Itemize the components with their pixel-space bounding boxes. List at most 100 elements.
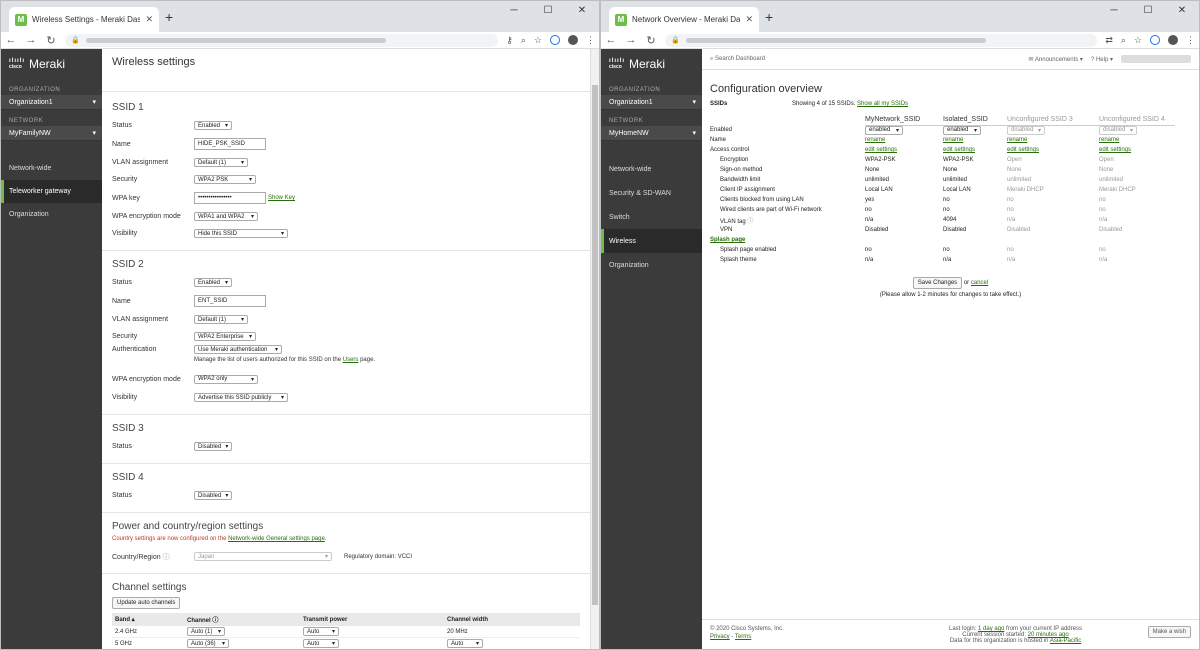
privacy-link[interactable]: Privacy — [710, 634, 730, 640]
reload-icon[interactable]: ↻ — [645, 34, 657, 47]
users-link[interactable]: Users — [343, 357, 359, 363]
forward-icon[interactable]: → — [25, 34, 37, 46]
ssid2-encryption-select[interactable]: WPA2 only ▾ — [194, 374, 258, 384]
close-window-icon[interactable]: ✕ — [1165, 5, 1199, 16]
maximize-icon[interactable]: ☐ — [531, 5, 565, 16]
ssid2-name-input[interactable]: ENT_SSID — [194, 295, 266, 307]
browser-tab[interactable]: M Network Overview - Meraki Dash ✕ — [609, 7, 759, 32]
power-select[interactable]: Auto ▾ — [303, 627, 339, 636]
cisco-meraki-logo[interactable]: ılıılı cisco Meraki — [1, 49, 102, 79]
ssid2-status-select[interactable]: Enabled ▾ — [194, 278, 232, 287]
close-tab-icon[interactable]: ✕ — [145, 14, 153, 25]
profile-avatar[interactable] — [1168, 35, 1178, 45]
zoom-icon[interactable]: ⌕ — [1121, 35, 1126, 46]
nav-switch[interactable]: Switch — [601, 205, 702, 229]
make-a-wish-button[interactable]: Make a wish — [1147, 626, 1191, 638]
edit-settings-link[interactable]: edit settings — [1099, 147, 1131, 153]
network-select[interactable]: MyHomeNW ▾ — [601, 126, 702, 141]
edit-settings-link[interactable]: edit settings — [1007, 147, 1039, 153]
account-menu[interactable] — [1121, 55, 1191, 63]
ssid2-visibility-select[interactable]: Advertise this SSID publicly ▾ — [194, 393, 288, 402]
blurred-url — [685, 37, 986, 43]
profile-avatar[interactable] — [568, 35, 578, 45]
organization-select[interactable]: Organization1 ▾ — [601, 95, 702, 110]
new-tab-icon[interactable]: + — [165, 9, 173, 25]
ssid3-status-select[interactable]: Disabled ▾ — [194, 442, 232, 451]
channel-select[interactable]: Auto (1) ▾ — [187, 627, 225, 636]
menu-icon[interactable]: ⋮ — [1186, 35, 1195, 46]
save-changes-button[interactable]: Save Changes — [912, 277, 963, 289]
ssid1-status-select[interactable]: Enabled ▾ — [194, 121, 232, 130]
minimize-icon[interactable]: ─ — [1097, 5, 1131, 16]
zoom-icon[interactable]: ⌕ — [521, 35, 526, 46]
ssid1-vlan-select[interactable]: Default (1) ▾ — [194, 158, 248, 167]
edit-settings-link[interactable]: edit settings — [943, 147, 975, 153]
enabled-select[interactable]: disabled ▾ — [1007, 125, 1045, 135]
address-bar[interactable]: 🔒 — [65, 33, 499, 47]
cisco-meraki-logo[interactable]: ılıılı cisco Meraki — [601, 49, 702, 79]
cancel-link[interactable]: cancel — [971, 280, 988, 286]
show-key-link[interactable]: Show Key — [268, 195, 295, 201]
back-icon[interactable]: ← — [5, 34, 17, 46]
rename-link[interactable]: rename — [1099, 137, 1119, 143]
announcements-menu[interactable]: ✉ Announcements ▾ — [1029, 56, 1083, 63]
update-auto-channels-button[interactable]: Update auto channels — [112, 597, 181, 609]
scrollbar-thumb[interactable] — [592, 85, 598, 605]
nav-security-sd-wan[interactable]: Security & SD-WAN — [601, 181, 702, 205]
browser-tab[interactable]: M Wireless Settings - Meraki Dashb ✕ — [9, 7, 159, 32]
nav-organization[interactable]: Organization — [1, 203, 102, 226]
power-select[interactable]: Auto ▾ — [303, 639, 339, 648]
enabled-select[interactable]: enabled ▾ — [865, 125, 903, 135]
organization-select[interactable]: Organization1 ▾ — [1, 95, 102, 110]
search-dashboard[interactable]: ⌕ Search Dashboard — [710, 56, 1021, 63]
rename-link[interactable]: rename — [943, 137, 963, 143]
address-bar[interactable]: 🔒 — [665, 33, 1098, 47]
edit-settings-link[interactable]: edit settings — [865, 147, 897, 153]
nav-teleworker-gateway[interactable]: Teleworker gateway — [1, 180, 102, 203]
nav-network-wide[interactable]: Network-wide — [1, 157, 102, 180]
channel-select[interactable]: Auto (36) ▾ — [187, 639, 229, 648]
nav-wireless[interactable]: Wireless — [601, 229, 702, 253]
help-menu[interactable]: ? Help ▾ — [1091, 56, 1113, 63]
close-tab-icon[interactable]: ✕ — [745, 14, 753, 25]
network-select[interactable]: MyFamilyNW ▾ — [1, 126, 102, 141]
ssid1-security-select[interactable]: WPA2 PSK ▾ — [194, 175, 256, 184]
enabled-select[interactable]: disabled ▾ — [1099, 125, 1137, 135]
show-all-ssids-link[interactable]: Show all my SSIDs — [857, 101, 908, 107]
ssid1-encryption-select[interactable]: WPA1 and WPA2 ▾ — [194, 212, 258, 221]
terms-link[interactable]: Terms — [735, 634, 751, 640]
ssid2-security-select[interactable]: WPA2 Enterprise ▾ — [194, 332, 256, 341]
ssid2-auth-select[interactable]: Use Meraki authentication ▾ — [194, 345, 282, 354]
general-settings-link[interactable]: Network-wide General settings page — [228, 536, 325, 542]
extension-icon[interactable] — [550, 35, 560, 45]
ssid1-visibility-select[interactable]: Hide this SSID ▾ — [194, 229, 288, 238]
col-ssid-4: Unconfigured SSID 4 — [1099, 115, 1175, 126]
translate-icon[interactable]: ⇄ — [1105, 35, 1113, 46]
forward-icon[interactable]: → — [625, 34, 637, 46]
splash-page-link[interactable]: Splash page — [710, 237, 745, 243]
scrollbar[interactable] — [590, 49, 599, 649]
ssid2-vlan-select[interactable]: Default (1) ▾ — [194, 315, 248, 324]
close-window-icon[interactable]: ✕ — [565, 5, 599, 16]
menu-icon[interactable]: ⋮ — [586, 35, 595, 46]
key-icon[interactable]: ⚷ — [506, 35, 513, 46]
extension-icon[interactable] — [1150, 35, 1160, 45]
new-tab-icon[interactable]: + — [765, 9, 773, 25]
reload-icon[interactable]: ↻ — [45, 34, 57, 47]
nav-organization[interactable]: Organization — [601, 253, 702, 277]
ssid4-status-select[interactable]: Disabled ▾ — [194, 491, 232, 500]
ssid1-name-input[interactable]: HIDE_PSK_SSID — [194, 138, 266, 150]
enabled-select[interactable]: enabled ▾ — [943, 125, 981, 135]
maximize-icon[interactable]: ☐ — [1131, 5, 1165, 16]
nav-network-wide[interactable]: Network-wide — [601, 157, 702, 181]
rename-link[interactable]: rename — [865, 137, 885, 143]
ssid1-wpa-key-input[interactable]: •••••••••••••••• — [194, 192, 266, 204]
width-select[interactable]: Auto ▾ — [447, 639, 483, 648]
back-icon[interactable]: ← — [605, 34, 617, 46]
hosted-region-link[interactable]: Asia-Pacific — [1050, 638, 1081, 644]
col-band[interactable]: Band ▴ — [112, 613, 184, 626]
minimize-icon[interactable]: ─ — [497, 5, 531, 16]
rename-link[interactable]: rename — [1007, 137, 1027, 143]
star-icon[interactable]: ☆ — [1134, 35, 1142, 46]
star-icon[interactable]: ☆ — [534, 35, 542, 46]
